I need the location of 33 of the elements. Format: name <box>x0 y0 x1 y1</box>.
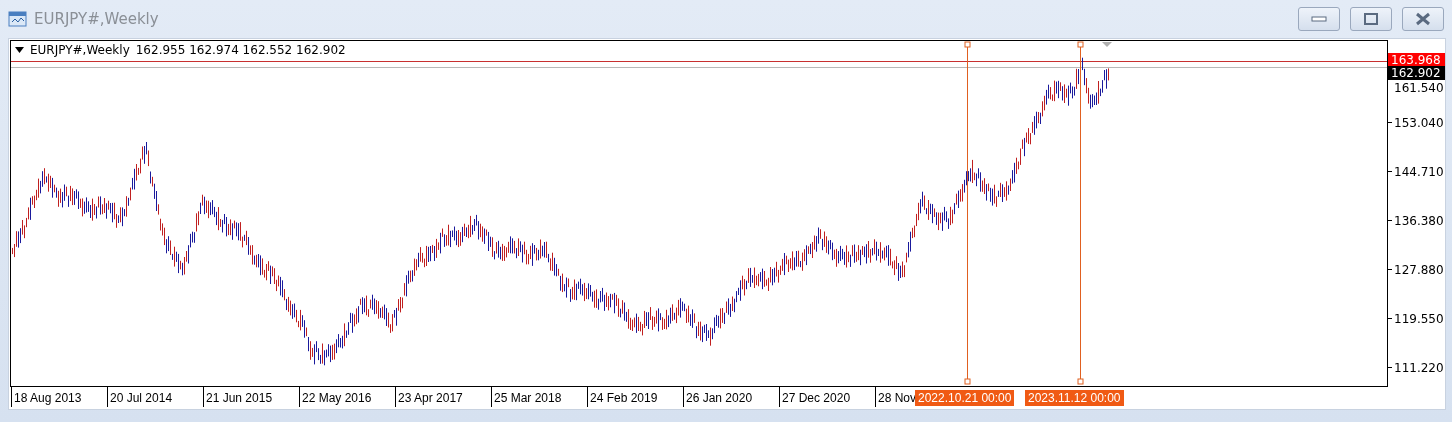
dropdown-triangle-icon[interactable] <box>15 47 24 53</box>
time-axis-label: 22 May 2016 <box>299 387 395 407</box>
window-title: EURJPY#,Weekly <box>34 10 159 28</box>
time-axis-label: 18 Aug 2013 <box>11 387 107 407</box>
minimize-icon <box>1311 16 1327 22</box>
price-axis-label: 153.040 <box>1394 116 1444 130</box>
chart-window-icon <box>8 10 28 28</box>
date-tag: 2022.10.21 00:00 <box>915 390 1015 406</box>
price-tag: 162.902 <box>1388 66 1445 80</box>
vertical-line[interactable] <box>1077 41 1084 385</box>
vertical-line[interactable] <box>964 41 971 385</box>
price-axis-label: 136.380 <box>1394 214 1444 228</box>
close-icon <box>1415 12 1431 26</box>
shift-marker-icon[interactable] <box>1102 42 1112 47</box>
time-axis-label: 25 Mar 2018 <box>491 387 587 407</box>
time-axis-label: 24 Feb 2019 <box>587 387 683 407</box>
maximize-icon <box>1364 13 1378 25</box>
time-axis-label: 27 Dec 2020 <box>779 387 875 407</box>
price-axis-label: 111.220 <box>1394 361 1444 375</box>
close-button[interactable] <box>1402 7 1444 31</box>
price-tag: 163.968 <box>1388 53 1445 67</box>
time-axis-label: 26 Jan 2020 <box>683 387 779 407</box>
date-tag: 2023.11.12 00:00 <box>1025 390 1124 406</box>
chart-symbol: EURJPY#,Weekly <box>30 43 130 57</box>
maximize-button[interactable] <box>1350 7 1392 31</box>
ohlc-values: 162.955 162.974 162.552 162.902 <box>135 43 346 57</box>
price-axis-label: 161.540 <box>1394 81 1444 95</box>
time-axis-label: 21 Jun 2015 <box>203 387 299 407</box>
price-axis-label: 119.550 <box>1394 312 1444 326</box>
price-axis-label: 127.880 <box>1394 263 1444 277</box>
time-axis-label: 20 Jul 2014 <box>107 387 203 407</box>
time-axis-label: 23 Apr 2017 <box>395 387 491 407</box>
price-axis-label: 144.710 <box>1394 165 1444 179</box>
